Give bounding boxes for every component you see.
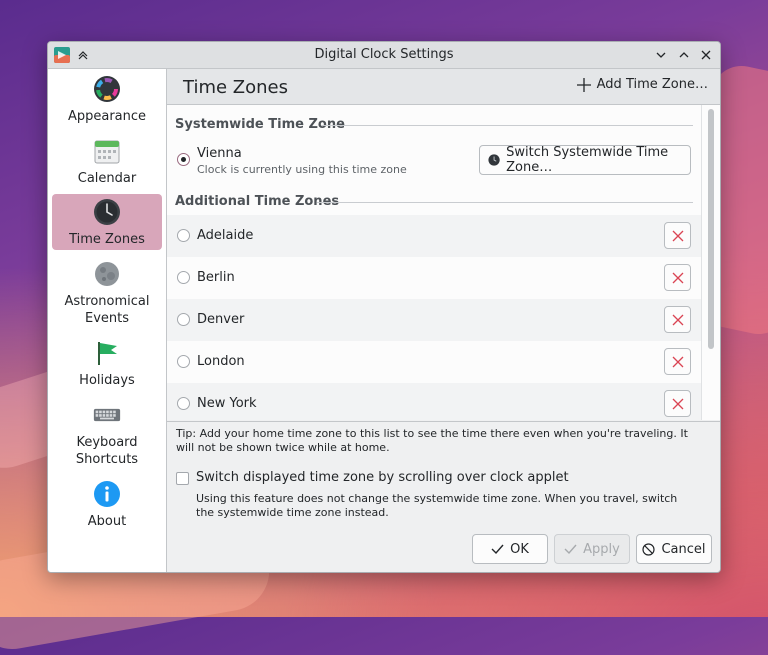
sidebar-item-keyboard-shortcuts[interactable]: Keyboard Shortcuts [52, 397, 162, 473]
sidebar-item-astronomical-events[interactable]: Astronomical Events [52, 256, 162, 332]
content-area: Time Zones Add Time Zone… Systemwide Tim… [167, 69, 720, 572]
page-header: Time Zones Add Time Zone… [167, 69, 720, 105]
keyboard-icon [93, 401, 121, 429]
switch-systemwide-button[interactable]: Switch Systemwide Time Zone… [479, 145, 691, 175]
sidebar-item-label: Time Zones [69, 232, 145, 247]
clock-icon [93, 198, 121, 226]
timezone-radio[interactable] [177, 229, 190, 242]
checkmark-icon [564, 544, 577, 555]
list-item[interactable]: Denver [167, 299, 701, 341]
time-zone-list[interactable]: Systemwide Time Zone Vienna Clock is cur… [167, 105, 701, 420]
timezone-name: Berlin [197, 270, 235, 285]
scroll-switch-checkbox[interactable] [176, 472, 189, 485]
timezone-radio[interactable] [177, 355, 190, 368]
add-time-zone-label: Add Time Zone… [596, 77, 708, 92]
title-bar[interactable]: Digital Clock Settings [48, 42, 720, 69]
switch-systemwide-label: Switch Systemwide Time Zone… [506, 145, 669, 175]
checkmark-icon [491, 544, 504, 555]
sidebar-item-label: Keyboard Shortcuts [75, 435, 139, 467]
timezone-name: Adelaide [197, 228, 254, 243]
info-icon [93, 480, 121, 508]
sidebar-item-label: Holidays [79, 373, 135, 388]
sidebar-item-time-zones[interactable]: Time Zones [52, 194, 162, 250]
page-title: Time Zones [183, 77, 288, 98]
ok-label: OK [510, 541, 529, 557]
clock-icon [488, 154, 500, 166]
window-title: Digital Clock Settings [314, 47, 454, 62]
delete-x-icon [672, 314, 683, 325]
systemwide-zone-name: Vienna [197, 146, 242, 161]
section-divider [317, 202, 693, 203]
timezone-radio[interactable] [177, 271, 190, 284]
cancel-button[interactable]: Cancel [636, 534, 712, 564]
delete-x-icon [672, 398, 683, 409]
scroll-switch-label[interactable]: Switch displayed time zone by scrolling … [196, 470, 569, 485]
sidebar-item-label: Calendar [77, 171, 137, 186]
tip-text: Tip: Add your home time zone to this lis… [176, 427, 688, 454]
list-item[interactable]: London [167, 341, 701, 383]
list-item[interactable]: Berlin [167, 257, 701, 299]
systemwide-zone-subtitle: Clock is currently using this time zone [197, 163, 407, 176]
vertical-scrollbar[interactable] [701, 105, 720, 420]
moon-icon [93, 260, 121, 288]
timezone-name: London [197, 354, 245, 369]
plus-icon [576, 77, 591, 92]
flag-icon [93, 339, 121, 367]
section-divider [321, 125, 693, 126]
sidebar-item-label: Astronomical Events [64, 294, 150, 326]
scrollbar-thumb[interactable] [708, 109, 714, 349]
list-item[interactable]: Adelaide [167, 215, 701, 257]
additional-heading: Additional Time Zones [175, 194, 340, 209]
minimize-button[interactable] [652, 46, 670, 64]
sidebar: Appearance Calendar Time Zones Astronomi… [48, 69, 167, 572]
systemwide-heading: Systemwide Time Zone [175, 117, 345, 132]
timezone-name: New York [197, 396, 257, 411]
sidebar-item-appearance[interactable]: Appearance [52, 71, 162, 129]
apply-label: Apply [583, 541, 620, 557]
timezone-radio[interactable] [177, 313, 190, 326]
close-button[interactable] [697, 46, 715, 64]
calendar-icon [93, 137, 121, 165]
sidebar-item-calendar[interactable]: Calendar [52, 133, 162, 191]
delete-x-icon [672, 230, 683, 241]
remove-timezone-button[interactable] [664, 306, 691, 333]
appearance-color-wheel-icon [93, 75, 121, 103]
scroll-switch-help: Using this feature does not change the s… [196, 492, 678, 519]
maximize-button[interactable] [675, 46, 693, 64]
delete-x-icon [672, 356, 683, 367]
sidebar-item-holidays[interactable]: Holidays [52, 335, 162, 393]
remove-timezone-button[interactable] [664, 390, 691, 417]
cancel-label: Cancel [661, 541, 706, 557]
timezone-radio[interactable] [177, 397, 190, 410]
cancel-icon [642, 542, 656, 556]
add-time-zone-button[interactable]: Add Time Zone… [576, 77, 708, 92]
remove-timezone-button[interactable] [664, 348, 691, 375]
options-panel: Tip: Add your home time zone to this lis… [167, 421, 720, 572]
sidebar-item-label: About [87, 514, 127, 529]
list-item[interactable]: New York [167, 383, 701, 420]
ok-button[interactable]: OK [472, 534, 548, 564]
digital-clock-settings-window: Digital Clock Settings Appearance Calend… [47, 41, 721, 573]
timezone-name: Denver [197, 312, 245, 327]
sidebar-item-about[interactable]: About [52, 476, 162, 534]
remove-timezone-button[interactable] [664, 222, 691, 249]
delete-x-icon [672, 272, 683, 283]
apply-button[interactable]: Apply [554, 534, 630, 564]
remove-timezone-button[interactable] [664, 264, 691, 291]
sidebar-item-label: Appearance [67, 109, 147, 124]
vienna-radio[interactable] [177, 153, 190, 166]
